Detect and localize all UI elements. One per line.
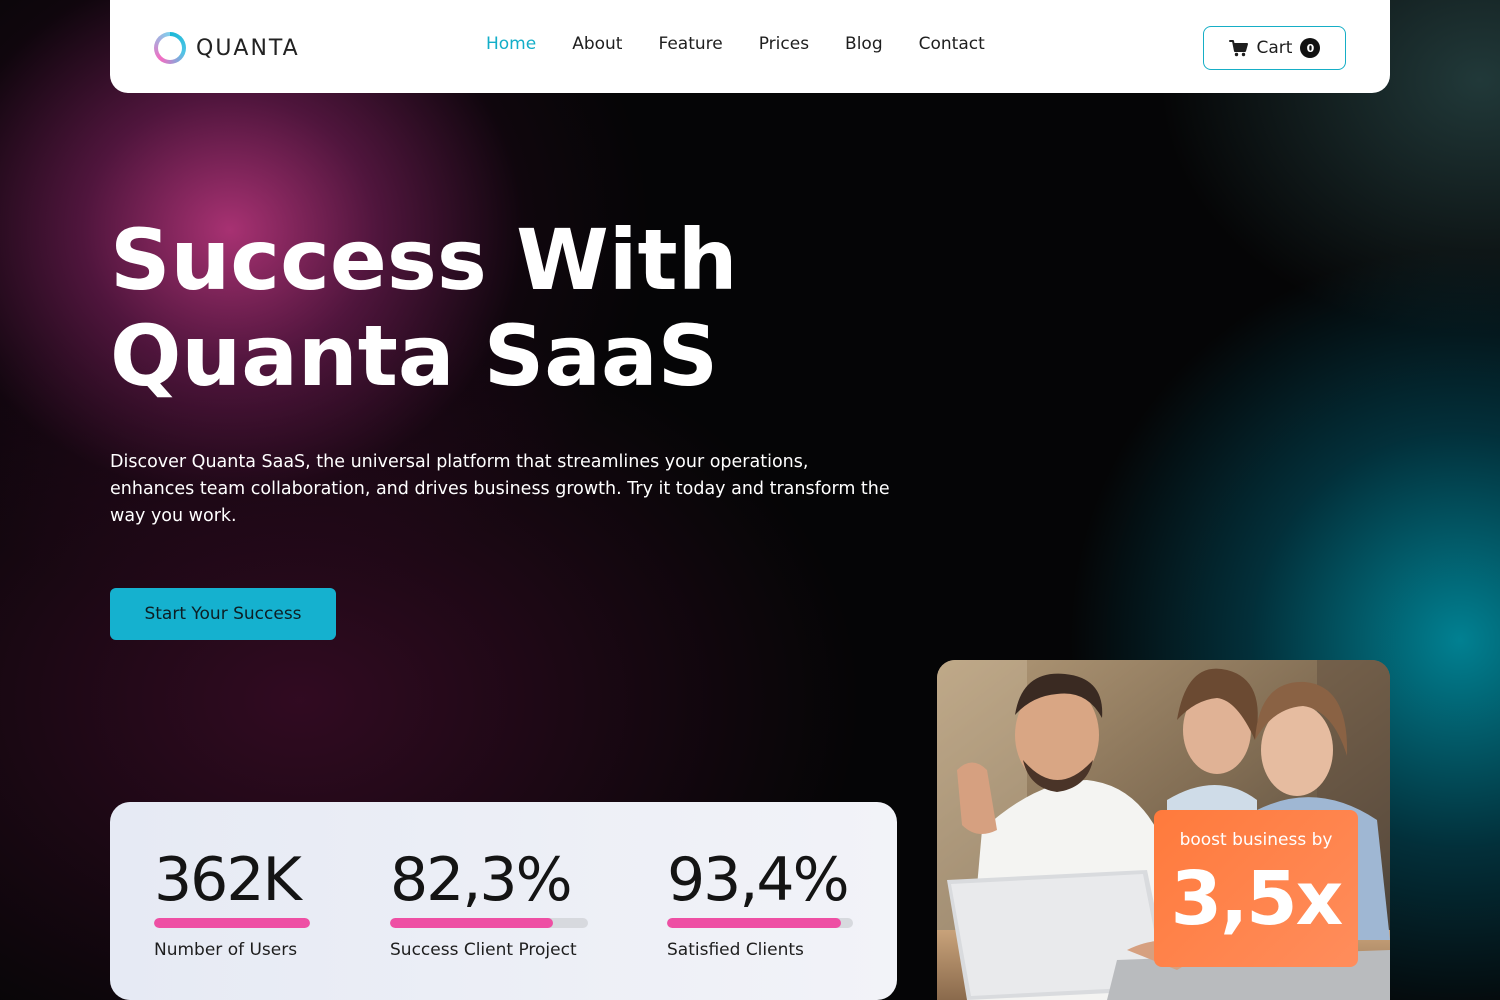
cart-label: Cart	[1256, 38, 1293, 58]
progress-bar	[667, 918, 853, 928]
stat-value: 362K	[154, 845, 302, 915]
nav-item-about[interactable]: About	[572, 34, 622, 54]
nav-item-home[interactable]: Home	[486, 34, 536, 54]
hero-title: Success With Quanta SaaS	[110, 212, 910, 404]
progress-fill	[154, 918, 310, 928]
cart-count-badge: 0	[1300, 38, 1321, 58]
cart-button[interactable]: Cart 0	[1203, 26, 1346, 70]
boost-label: boost business by	[1179, 830, 1333, 850]
navbar: QUANTA Home About Feature Prices Blog Co…	[110, 0, 1390, 93]
stat-success-projects: 82,3% Success Client Project	[390, 842, 588, 960]
stat-satisfied-clients: 93,4% Satisfied Clients	[667, 842, 853, 960]
progress-bar	[390, 918, 588, 928]
hero-title-line-2: Quanta SaaS	[110, 307, 719, 405]
hero-description: Discover Quanta SaaS, the universal plat…	[110, 452, 890, 526]
nav-item-blog[interactable]: Blog	[845, 34, 883, 54]
progress-bar	[154, 918, 310, 928]
stat-label: Satisfied Clients	[667, 940, 804, 960]
hero-title-line-1: Success With	[110, 211, 738, 309]
boost-badge: boost business by 3,5x	[1154, 810, 1358, 967]
progress-fill	[390, 918, 553, 928]
start-success-button[interactable]: Start Your Success	[110, 588, 336, 640]
stat-value: 82,3%	[390, 845, 573, 915]
stat-label: Success Client Project	[390, 940, 577, 960]
boost-value: 3,5x	[1170, 856, 1344, 942]
stat-users: 362K Number of Users	[154, 842, 310, 960]
nav-item-contact[interactable]: Contact	[919, 34, 985, 54]
brand-name: QUANTA	[196, 35, 300, 61]
stats-card: 362K Number of Users 82,3% Success Clien…	[110, 802, 897, 1000]
stat-label: Number of Users	[154, 940, 298, 960]
brand-logo[interactable]: QUANTA	[154, 31, 300, 65]
main-nav: Home About Feature Prices Blog Contact	[486, 34, 1021, 54]
cart-icon	[1228, 40, 1248, 57]
progress-fill	[667, 918, 841, 928]
nav-item-feature[interactable]: Feature	[658, 34, 722, 54]
nav-item-prices[interactable]: Prices	[759, 34, 809, 54]
ring-logo-icon	[154, 32, 186, 64]
stat-value: 93,4%	[667, 845, 850, 915]
